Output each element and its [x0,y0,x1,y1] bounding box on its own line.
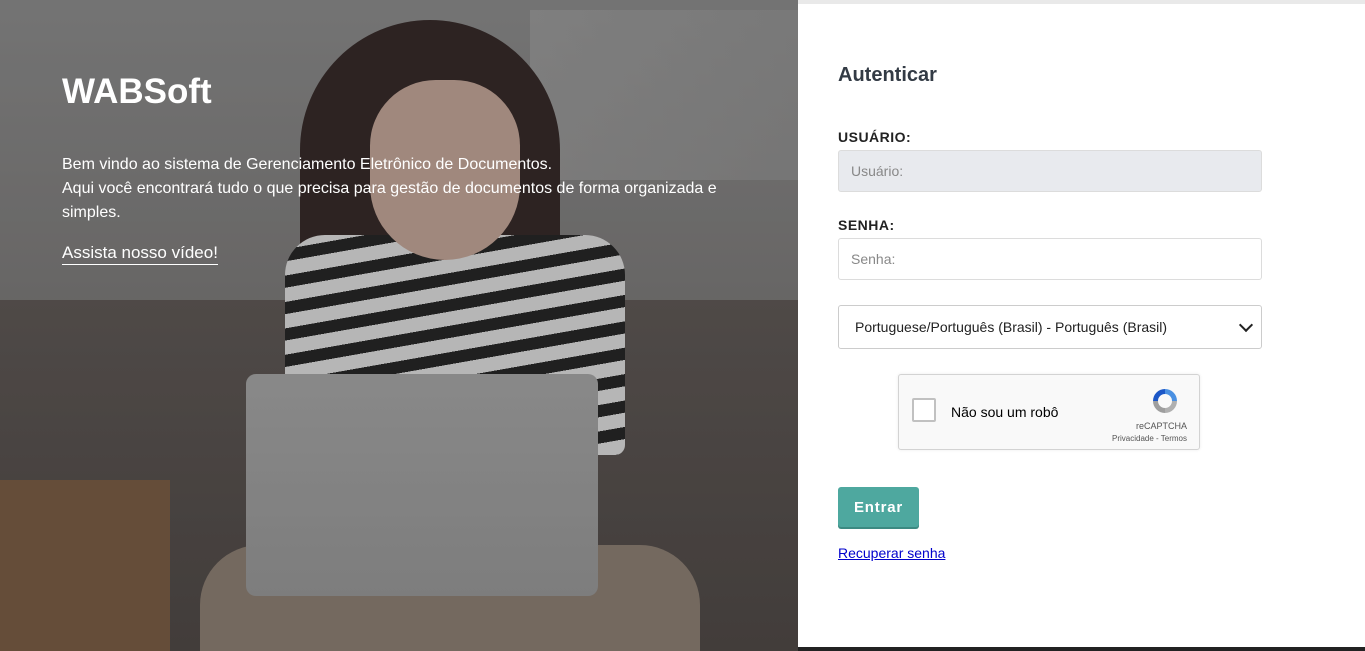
recaptcha-privacy-link[interactable]: Privacidade [1112,434,1154,443]
recaptcha-terms-link[interactable]: Termos [1161,434,1187,443]
login-title: Autenticar [838,64,937,86]
language-select[interactable]: Portuguese/Português (Brasil) - Portuguê… [838,305,1262,349]
recaptcha-logo-icon [1153,389,1177,413]
recaptcha-label: Não sou um robô [951,404,1059,420]
login-panel: Autenticar USUÁRIO: SENHA: Portuguese/Po… [798,4,1365,651]
welcome-line-2: Aqui você encontrará tudo o que precisa … [62,180,717,221]
language-select-value: Portuguese/Português (Brasil) - Portuguê… [855,319,1168,335]
chevron-down-icon [1238,317,1254,333]
recaptcha-links-separator: - [1153,434,1161,443]
login-button[interactable]: Entrar [838,487,919,527]
password-input[interactable] [838,238,1262,280]
bottom-divider [798,647,1365,651]
brand-title: WABSoft [62,72,212,111]
hero-background: WABSoft Bem vindo ao sistema de Gerencia… [0,0,798,651]
welcome-text: Bem vindo ao sistema de Gerenciamento El… [62,153,762,225]
recaptcha-checkbox[interactable] [912,398,936,422]
recaptcha-brand: reCAPTCHA [1135,421,1187,431]
username-label: USUÁRIO: [838,129,912,145]
password-label: SENHA: [838,217,895,233]
recaptcha-links: Privacidade - Termos [1112,434,1187,443]
username-input[interactable] [838,150,1262,192]
watch-video-link[interactable]: Assista nosso vídeo! [62,243,218,265]
recover-password-link[interactable]: Recuperar senha [838,545,945,561]
recaptcha-widget: Não sou um robô reCAPTCHA Privacidade - … [898,374,1200,450]
welcome-line-1: Bem vindo ao sistema de Gerenciamento El… [62,156,553,173]
